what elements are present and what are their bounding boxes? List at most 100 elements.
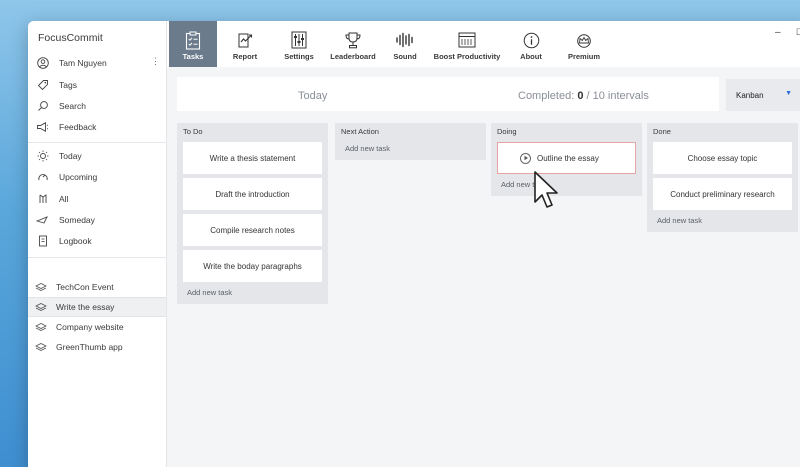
- browser-icon: [458, 30, 476, 50]
- add-task-button[interactable]: Add new task: [177, 282, 328, 304]
- project-label: GreenThumb app: [56, 342, 123, 352]
- tab-about[interactable]: About: [507, 21, 555, 67]
- mouse-cursor-icon: [534, 171, 558, 208]
- completed-prefix: Completed:: [518, 90, 578, 102]
- task-card[interactable]: Write a thesis statement: [183, 142, 322, 174]
- task-card[interactable]: Draft the introduction: [183, 178, 322, 210]
- completed-suffix: / 10 intervals: [583, 90, 649, 102]
- sidebar-item-label: Search: [59, 101, 86, 111]
- tab-label: Settings: [284, 52, 314, 61]
- column-title: Next Action: [341, 127, 379, 136]
- sidebar-item-feedback[interactable]: Feedback: [28, 117, 166, 137]
- sidebar-item-label: Today: [59, 151, 82, 161]
- report-icon: [237, 30, 254, 50]
- layers-icon: [34, 321, 47, 334]
- someday-icon: [36, 214, 49, 227]
- tab-report[interactable]: Report: [221, 21, 269, 67]
- view-select-value: Kanban: [736, 90, 764, 100]
- info-icon: [523, 30, 540, 50]
- sidebar-item-today[interactable]: Today: [28, 146, 166, 166]
- tab-label: Tasks: [182, 52, 204, 61]
- crown-icon: [575, 30, 593, 50]
- user-icon: [36, 57, 49, 70]
- sidebar-item-upcoming[interactable]: Upcoming: [28, 167, 166, 187]
- caret-down-icon: ▼: [785, 90, 792, 97]
- tab-boost-productivity[interactable]: Boost Productivity: [433, 21, 501, 67]
- app-window: FocusCommit Tam Nguyen ⋮ Tags Search Fee…: [28, 21, 800, 467]
- tab-settings[interactable]: Settings: [275, 21, 323, 67]
- view-select[interactable]: Kanban ▼: [726, 79, 800, 111]
- sidebar-item-tags[interactable]: Tags: [28, 75, 166, 95]
- project-label: TechCon Event: [56, 282, 114, 292]
- sidebar-item-all[interactable]: All: [28, 189, 166, 209]
- column-todo: To Do Write a thesis statement Draft the…: [177, 123, 328, 304]
- layers-icon: [34, 281, 47, 294]
- completed-intervals: Completed: 0 / 10 intervals: [518, 90, 649, 102]
- layers-icon: [34, 301, 47, 314]
- sidebar-item-label: All: [59, 194, 69, 204]
- user-profile[interactable]: Tam Nguyen ⋮: [28, 53, 166, 73]
- column-next-action: Next Action Add new task: [335, 123, 486, 160]
- task-card[interactable]: Conduct preliminary research: [653, 178, 792, 210]
- tag-icon: [36, 79, 49, 92]
- tab-label: Sound: [393, 52, 417, 61]
- column-title: To Do: [183, 127, 203, 136]
- top-toolbar: Tasks Report Settings Leaderboard Sound: [167, 21, 800, 67]
- task-card-label: Outline the essay: [537, 153, 599, 163]
- play-icon[interactable]: [520, 152, 531, 164]
- column-done: Done Choose essay topic Conduct prelimin…: [647, 123, 798, 232]
- sidebar-item-someday[interactable]: Someday: [28, 210, 166, 230]
- search-icon: [36, 100, 49, 113]
- tab-leaderboard[interactable]: Leaderboard: [327, 21, 379, 67]
- megaphone-icon: [36, 121, 49, 134]
- tab-tasks[interactable]: Tasks: [169, 21, 217, 67]
- all-icon: [36, 193, 49, 206]
- sidebar-item-logbook[interactable]: Logbook: [28, 231, 166, 251]
- layers-icon: [34, 341, 47, 354]
- tab-label: About: [520, 52, 542, 61]
- project-item[interactable]: Company website: [28, 317, 166, 337]
- user-name: Tam Nguyen: [59, 58, 107, 68]
- sidebar-item-label: Logbook: [59, 236, 92, 246]
- sidebar-item-search[interactable]: Search: [28, 96, 166, 116]
- column-title: Doing: [497, 127, 517, 136]
- tab-premium[interactable]: Premium: [559, 21, 609, 67]
- task-card[interactable]: Choose essay topic: [653, 142, 792, 174]
- column-doing: Doing Outline the essay Add new task: [491, 123, 642, 196]
- sidebar-item-label: Tags: [59, 80, 77, 90]
- sidebar-item-label: Feedback: [59, 122, 97, 132]
- sun-icon: [36, 150, 49, 163]
- project-item[interactable]: TechCon Event: [28, 277, 166, 297]
- kebab-menu-icon[interactable]: ⋮: [151, 56, 160, 67]
- tab-label: Boost Productivity: [433, 52, 501, 61]
- tab-sound[interactable]: Sound: [381, 21, 429, 67]
- add-task-button[interactable]: Add new task: [335, 138, 486, 160]
- logbook-icon: [36, 235, 49, 248]
- task-card[interactable]: Compile research notes: [183, 214, 322, 246]
- app-title: FocusCommit: [38, 32, 103, 44]
- sidebar-item-label: Upcoming: [59, 172, 98, 182]
- settings-icon: [291, 30, 307, 50]
- add-task-button[interactable]: Add new task: [647, 210, 798, 232]
- project-item[interactable]: GreenThumb app: [28, 337, 166, 357]
- project-label: Company website: [56, 322, 124, 332]
- minimize-button[interactable]: –: [775, 27, 781, 38]
- sidebar-item-label: Someday: [59, 215, 95, 225]
- sound-wave-icon: [395, 30, 415, 50]
- clipboard-icon: [185, 30, 201, 50]
- project-label: Write the essay: [56, 302, 115, 312]
- task-card-active[interactable]: Outline the essay: [497, 142, 636, 174]
- trophy-icon: [344, 30, 362, 50]
- tab-label: Leaderboard: [330, 52, 376, 61]
- tab-label: Premium: [567, 52, 601, 61]
- sidebar-divider: [28, 142, 166, 143]
- sidebar: FocusCommit Tam Nguyen ⋮ Tags Search Fee…: [28, 21, 167, 467]
- tab-label: Report: [232, 52, 258, 61]
- task-card[interactable]: Write the boday paragraphs: [183, 250, 322, 282]
- add-task-button[interactable]: Add new task: [491, 174, 642, 196]
- maximize-button[interactable]: ☐: [796, 27, 800, 38]
- sidebar-divider: [28, 257, 166, 258]
- column-title: Done: [653, 127, 671, 136]
- project-item-active[interactable]: Write the essay: [28, 297, 166, 317]
- today-label: Today: [298, 90, 328, 102]
